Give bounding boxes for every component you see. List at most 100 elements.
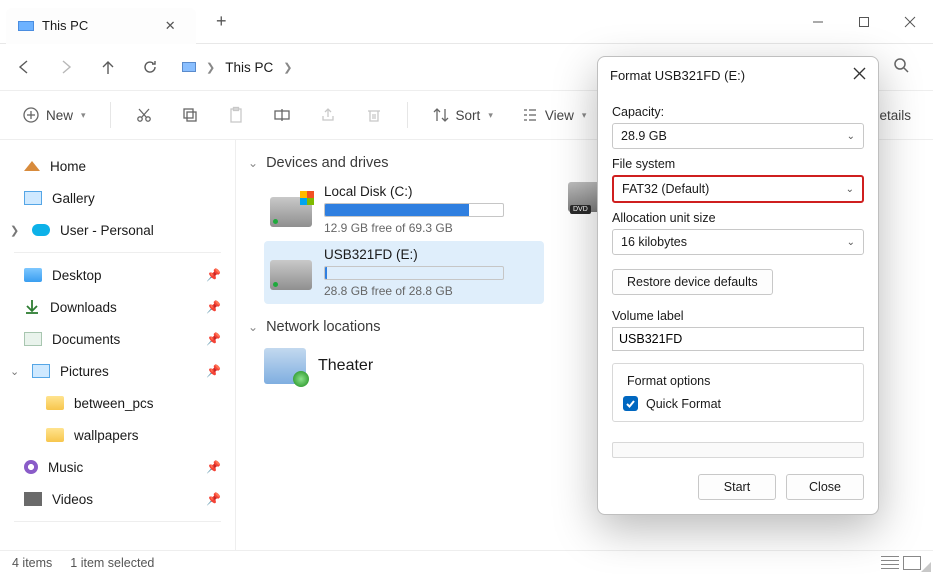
music-icon [24, 460, 38, 474]
sort-icon [432, 106, 450, 124]
title-bar: This PC ✕ + [0, 0, 933, 44]
capacity-bar [324, 266, 504, 280]
drive-usb321fd-e[interactable]: USB321FD (E:) 28.8 GB free of 28.8 GB [264, 241, 544, 304]
progress-bar [612, 442, 864, 458]
onedrive-icon [32, 224, 50, 236]
sidebar-item-videos[interactable]: Videos📌 [6, 483, 229, 515]
clipboard-icon [227, 106, 245, 124]
drive-local-disk-c[interactable]: Local Disk (C:) 12.9 GB free of 69.3 GB [264, 178, 544, 241]
capacity-select[interactable]: 28.9 GB⌄ [612, 123, 864, 149]
chevron-right-icon[interactable]: ❯ [283, 61, 292, 74]
chevron-down-icon: ⌄ [846, 184, 854, 195]
dialog-close-button[interactable] [853, 67, 866, 83]
gallery-icon [24, 191, 42, 205]
sidebar-item-user[interactable]: ❯User - Personal [6, 214, 229, 246]
view-button[interactable]: View▾ [511, 98, 597, 132]
new-tab-button[interactable]: + [206, 11, 236, 32]
refresh-button[interactable] [130, 47, 170, 87]
chevron-down-icon: ⌄ [847, 237, 855, 248]
chevron-down-icon[interactable]: ⌄ [10, 365, 22, 378]
share-icon [319, 106, 337, 124]
search-icon[interactable] [893, 57, 909, 78]
maximize-button[interactable] [841, 2, 887, 42]
chevron-right-icon[interactable]: ❯ [10, 224, 22, 237]
sort-button[interactable]: Sort▾ [422, 98, 503, 132]
network-name: Theater [318, 357, 373, 375]
filesystem-label: File system [612, 157, 864, 171]
drive-free: 12.9 GB free of 69.3 GB [324, 221, 504, 235]
copy-button[interactable] [171, 98, 209, 132]
pin-icon: 📌 [206, 300, 221, 314]
chevron-right-icon: ❯ [206, 61, 215, 74]
folder-icon [46, 428, 64, 442]
back-button[interactable] [4, 47, 44, 87]
sidebar-item-downloads[interactable]: Downloads📌 [6, 291, 229, 323]
format-options-group: Format options Quick Format [612, 363, 864, 422]
breadcrumb[interactable]: This PC [225, 60, 273, 75]
share-button[interactable] [309, 98, 347, 132]
sort-label: Sort [456, 108, 481, 123]
this-pc-icon [18, 21, 34, 31]
drive-name: USB321FD (E:) [324, 247, 504, 262]
paste-button[interactable] [217, 98, 255, 132]
details-view-button[interactable] [881, 556, 899, 570]
scissors-icon [135, 106, 153, 124]
chevron-down-icon: ⌄ [248, 320, 258, 334]
sidebar-item-home[interactable]: Home [6, 150, 229, 182]
pictures-icon [32, 364, 50, 378]
up-button[interactable] [88, 47, 128, 87]
pin-icon: 📌 [206, 332, 221, 346]
plus-circle-icon [22, 106, 40, 124]
filesystem-select[interactable]: FAT32 (Default)⌄ [612, 175, 864, 203]
selection-count: 1 item selected [70, 556, 154, 570]
capacity-label: Capacity: [612, 105, 864, 119]
checkbox-checked-icon [623, 396, 638, 411]
close-window-button[interactable] [887, 2, 933, 42]
drive-name: Local Disk (C:) [324, 184, 504, 199]
view-icon [521, 106, 539, 124]
media-device-icon [264, 348, 306, 384]
navigation-sidebar: Home Gallery ❯User - Personal Desktop📌 D… [0, 140, 236, 550]
forward-button[interactable] [46, 47, 86, 87]
sidebar-item-music[interactable]: Music📌 [6, 451, 229, 483]
format-dialog: Format USB321FD (E:) Capacity: 28.9 GB⌄ … [597, 56, 879, 515]
sidebar-item-between-pcs[interactable]: between_pcs [6, 387, 229, 419]
allocation-select[interactable]: 16 kilobytes⌄ [612, 229, 864, 255]
tiles-view-button[interactable] [903, 556, 921, 570]
delete-button[interactable] [355, 98, 393, 132]
sidebar-item-pictures[interactable]: ⌄Pictures📌 [6, 355, 229, 387]
item-count: 4 items [12, 556, 52, 570]
desktop-icon [24, 268, 42, 282]
sidebar-item-gallery[interactable]: Gallery [6, 182, 229, 214]
home-icon [24, 161, 40, 171]
folder-icon [46, 396, 64, 410]
volume-label-input[interactable] [612, 327, 864, 351]
sidebar-item-wallpapers[interactable]: wallpapers [6, 419, 229, 451]
pin-icon: 📌 [206, 460, 221, 474]
sidebar-item-desktop[interactable]: Desktop📌 [6, 259, 229, 291]
drive-icon [270, 197, 312, 227]
restore-defaults-button[interactable]: Restore device defaults [612, 269, 773, 295]
copy-icon [181, 106, 199, 124]
resize-grip[interactable] [921, 562, 931, 572]
drive-icon [270, 260, 312, 290]
tab-this-pc[interactable]: This PC ✕ [6, 8, 196, 44]
view-label: View [545, 108, 574, 123]
videos-icon [24, 492, 42, 506]
drive-free: 28.8 GB free of 28.8 GB [324, 284, 504, 298]
close-button[interactable]: Close [786, 474, 864, 500]
allocation-label: Allocation unit size [612, 211, 864, 225]
cut-button[interactable] [125, 98, 163, 132]
tab-close-button[interactable]: ✕ [156, 18, 184, 34]
pin-icon: 📌 [206, 492, 221, 506]
new-label: New [46, 108, 73, 123]
dialog-title: Format USB321FD (E:) [610, 68, 745, 83]
minimize-button[interactable] [795, 2, 841, 42]
rename-button[interactable] [263, 98, 301, 132]
status-bar: 4 items 1 item selected [0, 550, 933, 574]
start-button[interactable]: Start [698, 474, 776, 500]
sidebar-item-documents[interactable]: Documents📌 [6, 323, 229, 355]
quick-format-checkbox[interactable]: Quick Format [623, 396, 853, 411]
chevron-down-icon: ⌄ [847, 131, 855, 142]
new-button[interactable]: New▾ [12, 98, 96, 132]
